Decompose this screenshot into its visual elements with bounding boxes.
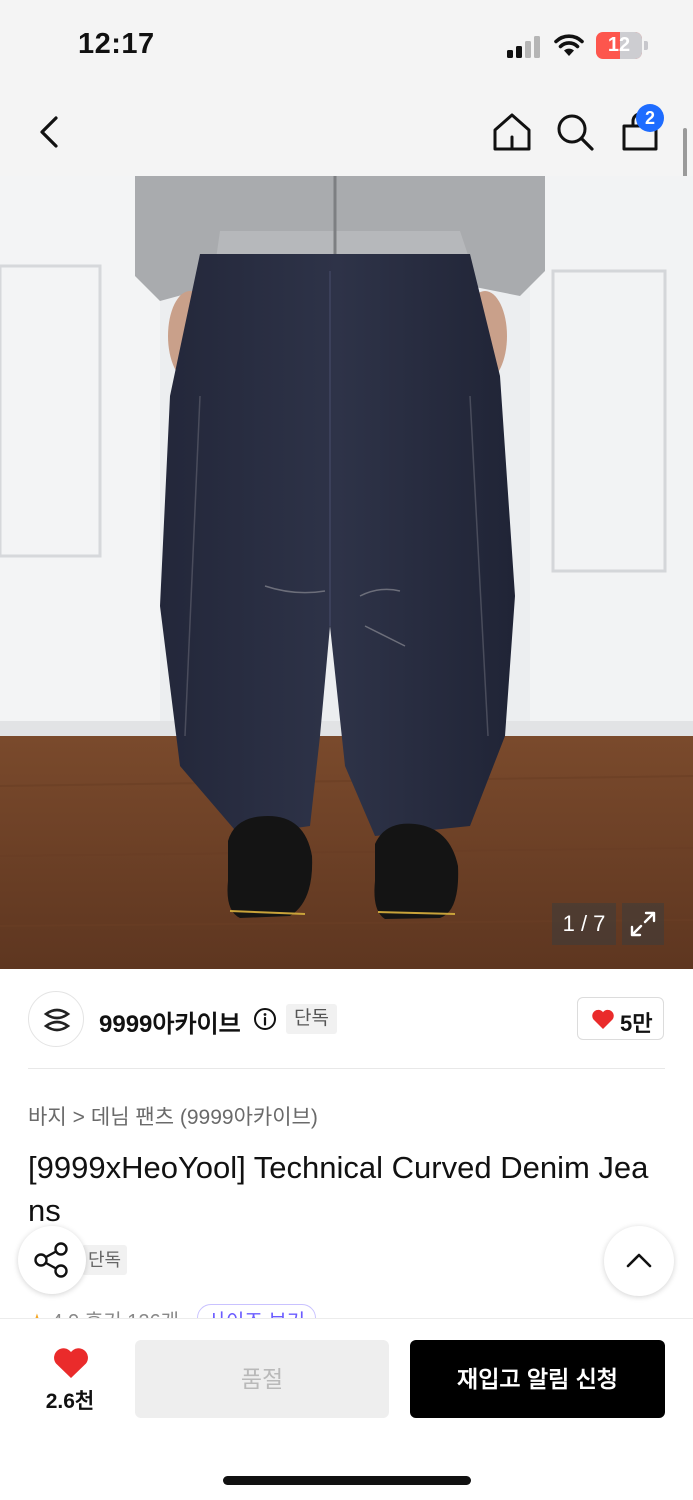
breadcrumb-separator: > xyxy=(72,1106,85,1129)
sold-out-button[interactable]: 품절 xyxy=(135,1340,389,1418)
brand-like-count: 5만 xyxy=(620,1011,653,1036)
cart-count-badge: 2 xyxy=(636,104,664,132)
product-title: [9999xHeoYool] Technical Curved Denim Je… xyxy=(28,1150,649,1228)
brand-like-button[interactable]: 5만 xyxy=(577,997,664,1040)
restock-alert-button[interactable]: 재입고 알림 신청 xyxy=(410,1340,665,1418)
share-icon xyxy=(34,1242,68,1278)
expand-arrows-icon[interactable] xyxy=(622,903,664,945)
home-icon[interactable] xyxy=(490,110,534,154)
product-photo xyxy=(0,176,693,969)
exclusive-tag: 단독 xyxy=(82,1245,128,1275)
breadcrumb-subcategory[interactable]: 데님 팬츠 (9999아카이브) xyxy=(91,1106,318,1129)
battery-level: 12 xyxy=(607,34,631,56)
product-image-gallery[interactable] xyxy=(0,176,693,969)
share-button[interactable] xyxy=(18,1226,86,1294)
status-time: 12:17 xyxy=(78,28,155,60)
top-nav-bar xyxy=(0,92,693,176)
exclusive-badge: 단독 xyxy=(286,1004,337,1034)
breadcrumb: 바지 > 데님 팬츠 (9999아카이브) xyxy=(28,1101,324,1131)
heart-icon xyxy=(592,1009,614,1029)
chevron-up-icon xyxy=(626,1253,652,1268)
cellular-signal-icon xyxy=(507,34,543,58)
brand-logo[interactable] xyxy=(28,991,84,1047)
status-bar: 12:17 12 xyxy=(0,0,693,92)
battery-icon: 12 xyxy=(596,32,648,59)
divider xyxy=(28,1068,665,1069)
image-counter: 1 / 7 xyxy=(552,903,616,945)
breadcrumb-category[interactable]: 바지 xyxy=(28,1106,67,1129)
home-indicator[interactable] xyxy=(223,1476,471,1485)
back-chevron-icon[interactable] xyxy=(28,110,72,154)
heart-icon[interactable] xyxy=(52,1346,90,1380)
brand-logo-mark xyxy=(43,1008,71,1032)
search-icon[interactable] xyxy=(553,110,597,154)
wifi-icon xyxy=(554,34,584,56)
info-icon[interactable] xyxy=(253,1007,277,1031)
wishlist-count: 2.6천 xyxy=(45,1390,95,1413)
brand-name[interactable]: 9999아카이브 xyxy=(99,1004,241,1039)
scroll-to-top-button[interactable] xyxy=(604,1226,674,1296)
